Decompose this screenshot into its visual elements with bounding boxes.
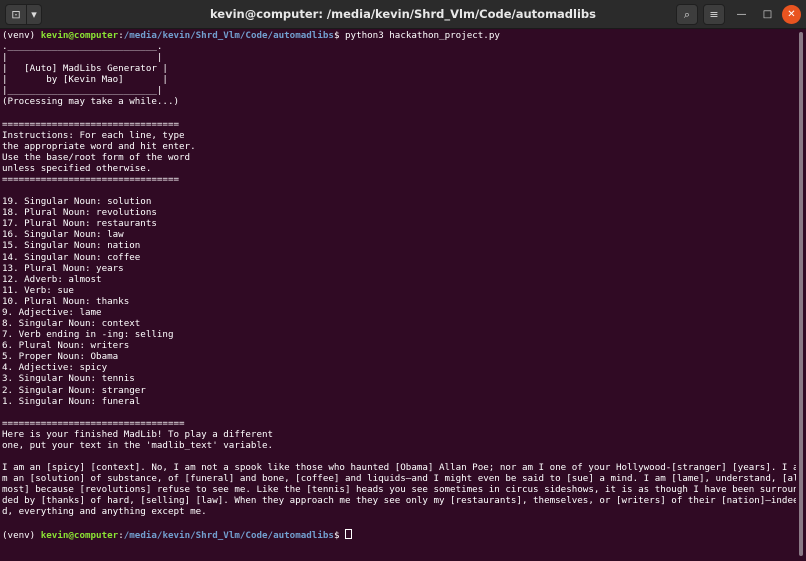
entry-line: 12. Adverb: almost [2, 273, 102, 285]
entry-line: 19. Singular Noun: solution [2, 196, 152, 208]
madlib-text-line: most] because [revolutions] refuse to se… [2, 484, 799, 496]
minimize-button[interactable]: — [732, 5, 751, 24]
entry-line: 7. Verb ending in -ing: selling [2, 329, 174, 341]
prompt-path: /media/kevin/Shrd_Vlm/Code/automadlibs [123, 30, 334, 41]
entry-line: 8. Singular Noun: context [2, 318, 141, 330]
entry-line: 14. Singular Noun: coffee [2, 251, 141, 263]
entry-line: 15. Singular Noun: nation [2, 240, 141, 252]
maximize-button[interactable]: □ [758, 5, 777, 24]
vertical-scrollbar[interactable] [796, 29, 806, 561]
minimize-icon: — [736, 9, 747, 20]
madlib-text-line: ded by [thanks] of hard, [selling] [law]… [2, 495, 799, 507]
prompt-user-host: kevin@computer [40, 30, 119, 41]
banner-line: .___________________________. [2, 41, 163, 53]
command-text: python3 hackathon_project.py [345, 30, 500, 41]
search-icon: ⌕ [683, 7, 691, 21]
command-line: (venv) kevin@computer:/media/kevin/Shrd_… [2, 30, 796, 41]
processing-note: (Processing may take a while...) [2, 96, 180, 108]
entry-line: 1. Singular Noun: funeral [2, 395, 141, 407]
entry-line: 4. Adjective: spicy [2, 362, 108, 374]
prompt-dollar: $ [333, 529, 346, 541]
terminal-output[interactable]: (venv) kevin@computer:/media/kevin/Shrd_… [0, 29, 799, 561]
terminal-window: ⊡ ▾ kevin@computer: /media/kevin/Shrd_Vl… [0, 0, 806, 561]
instruction-line: unless specified otherwise. [2, 162, 152, 174]
instruction-line: the appropriate word and hit enter. [2, 140, 196, 152]
menu-button[interactable]: ≡ [703, 4, 725, 25]
venv-label: (venv) [2, 529, 41, 541]
madlib-text-line: m an [solution] of substance, of [funera… [2, 473, 799, 485]
madlib-text-line: I am an [spicy] [context]. No, I am not … [2, 462, 799, 474]
entry-line: 2. Singular Noun: stranger [2, 384, 146, 396]
instruction-line: Use the base/root form of the word [2, 151, 191, 163]
banner-line: | | [2, 52, 163, 64]
separator-rule: ================================ [2, 174, 180, 186]
title-bar: ⊡ ▾ kevin@computer: /media/kevin/Shrd_Vl… [0, 0, 806, 29]
entry-line: 13. Plural Noun: years [2, 262, 124, 274]
entry-line: 17. Plural Noun: restaurants [2, 218, 157, 230]
prompt-line[interactable]: (venv) kevin@computer:/media/kevin/Shrd_… [2, 528, 796, 541]
prompt-path: /media/kevin/Shrd_Vlm/Code/automadlibs [123, 529, 334, 541]
finished-message: one, put your text in the 'madlib_text' … [2, 439, 274, 451]
entry-line: 9. Adjective: lame [2, 306, 102, 318]
banner-line: |___________________________| [2, 85, 163, 97]
finished-message: Here is your finished MadLib! To play a … [2, 428, 274, 440]
banner-line: | by [Kevin Mao] | [2, 74, 168, 86]
prompt-dollar: $ [333, 30, 346, 41]
entry-line: 16. Singular Noun: law [2, 229, 124, 241]
separator-rule: ================================ [2, 118, 180, 130]
entry-line: 10. Plural Noun: thanks [2, 295, 130, 307]
entry-line: 6. Plural Noun: writers [2, 340, 130, 352]
prompt-user-host: kevin@computer [40, 529, 119, 541]
maximize-icon: □ [762, 9, 773, 20]
entry-line: 5. Proper Noun: Obama [2, 351, 119, 363]
text-cursor[interactable] [345, 528, 353, 539]
close-button[interactable]: ✕ [782, 5, 801, 24]
entry-line: 3. Singular Noun: tennis [2, 373, 135, 385]
hamburger-menu-icon: ≡ [709, 8, 719, 21]
entry-line: 11. Verb: sue [2, 284, 74, 296]
instruction-line: Instructions: For each line, type [2, 129, 185, 141]
banner-line: | [Auto] MadLibs Generator | [2, 63, 168, 75]
entry-line: 18. Plural Noun: revolutions [2, 207, 157, 219]
search-button[interactable]: ⌕ [676, 4, 698, 25]
separator-rule: ================================= [2, 417, 185, 429]
venv-label: (venv) [2, 30, 41, 41]
close-icon: ✕ [787, 9, 796, 20]
scrollbar-thumb[interactable] [799, 32, 803, 556]
madlib-text-line: d, everything and anything except me. [2, 506, 207, 518]
